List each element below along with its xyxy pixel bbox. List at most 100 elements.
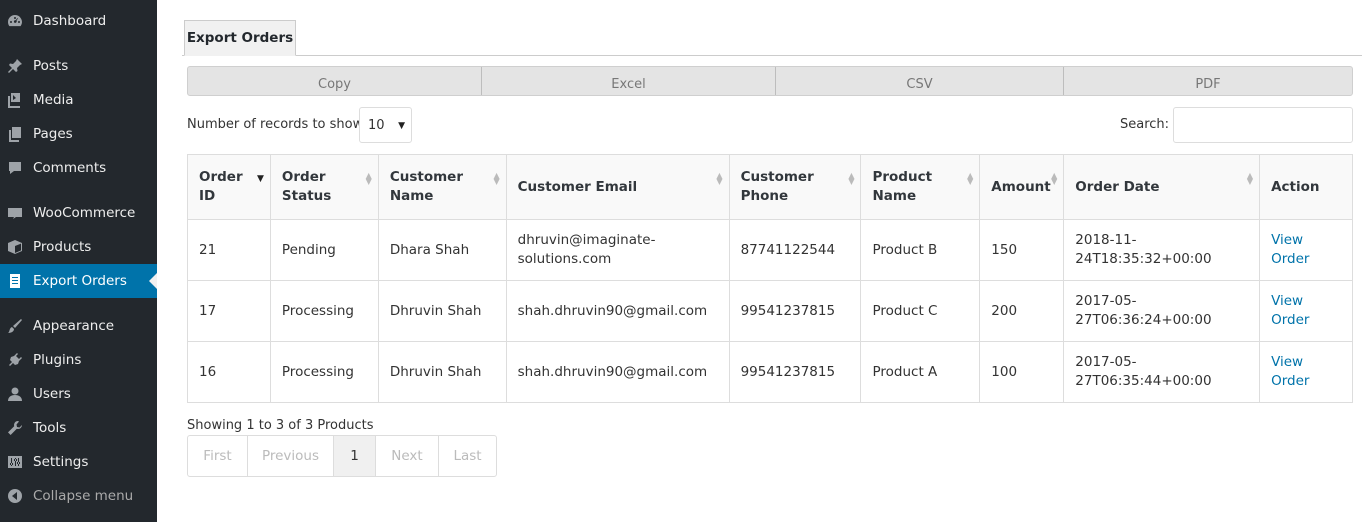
pagination: First Previous 1 Next Last (187, 435, 497, 477)
view-order-link[interactable]: View Order (1271, 354, 1309, 389)
admin-sidebar: Dashboard Posts Media Pages Comments Woo… (0, 0, 157, 522)
chevron-down-icon: ▼ (398, 121, 405, 131)
sidebar-item-label: Users (33, 386, 71, 402)
table-row: 21 Pending Dhara Shah dhruvin@imaginate-… (187, 219, 1353, 281)
cell-order-id: 21 (187, 219, 271, 281)
sidebar-item-tools[interactable]: Tools (0, 411, 157, 445)
pagination-previous[interactable]: Previous (248, 436, 334, 476)
view-order-link[interactable]: View Order (1271, 293, 1309, 328)
cell-order-status: Pending (269, 219, 379, 281)
view-order-link[interactable]: View Order (1271, 232, 1309, 267)
collapse-arrow-icon (7, 488, 23, 504)
wrench-icon (7, 420, 23, 436)
col-header-action: Action (1259, 154, 1353, 220)
sidebar-item-label: Plugins (33, 352, 82, 368)
tab-divider (182, 55, 1362, 56)
cell-order-date: 2017-05- 27T06:35:44+00:00 (1063, 341, 1261, 403)
pages-icon (7, 126, 23, 142)
pagination-first[interactable]: First (188, 436, 248, 476)
table-header-row: Order ID ▼ Order Status ▲ ▼ Customer Name ▲ ▼… (187, 154, 1353, 220)
settings-sliders-icon (7, 454, 23, 470)
export-button-bar: Copy Excel CSV PDF (187, 66, 1353, 96)
media-icon (7, 92, 23, 108)
col-header-customer-phone[interactable]: Customer Phone ▲ ▼ (728, 154, 862, 220)
sidebar-item-label: Collapse menu (33, 488, 134, 504)
sort-icon: ▲ ▼ (1246, 171, 1254, 186)
table-info-text: Showing 1 to 3 of 3 Products (187, 418, 374, 433)
table-row: 17 Processing Dhruvin Shah shah.dhruvin9… (187, 280, 1353, 342)
products-box-icon (7, 239, 23, 255)
pushpin-icon (7, 58, 23, 74)
sidebar-item-media[interactable]: Media (0, 83, 157, 117)
cell-customer-phone: 87741122544 (728, 219, 862, 281)
tab-export-orders[interactable]: Export Orders (184, 20, 296, 56)
col-header-order-date[interactable]: Order Date ▲ ▼ (1063, 154, 1261, 220)
cell-customer-email: dhruvin@imaginate- solutions.com (505, 219, 730, 281)
cell-order-date: 2017-05- 27T06:36:24+00:00 (1063, 280, 1261, 342)
sidebar-item-label: Appearance (33, 318, 115, 334)
users-icon (7, 386, 23, 402)
sidebar-item-plugins[interactable]: Plugins (0, 343, 157, 377)
pagination-page-1[interactable]: 1 (334, 436, 376, 476)
pagination-last[interactable]: Last (439, 436, 496, 476)
sidebar-item-products[interactable]: Products (0, 230, 157, 264)
cell-amount: 200 (979, 280, 1065, 342)
sort-icon: ▲ ▼ (365, 171, 372, 186)
col-header-product-name[interactable]: Product Name ▲ ▼ (860, 154, 981, 220)
main-content: Export Orders Copy Excel CSV PDF Number … (157, 0, 1362, 522)
cell-product-name: Product C (860, 280, 981, 342)
orders-table: Order ID ▼ Order Status ▲ ▼ Customer Name ▲ ▼… (187, 154, 1353, 403)
sort-icon: ▲ ▼ (967, 171, 974, 186)
sort-desc-icon: ▼ (256, 174, 264, 184)
sort-icon: ▲ ▼ (716, 171, 723, 186)
sidebar-item-posts[interactable]: Posts (0, 49, 157, 83)
table-row: 16 Processing Dhruvin Shah shah.dhruvin9… (187, 341, 1353, 403)
records-length-value: 10 (368, 117, 385, 133)
spreadsheet-icon (7, 273, 23, 289)
cell-order-date: 2018-11- 24T18:35:32+00:00 (1063, 219, 1261, 281)
cell-customer-email: shah.dhruvin90@gmail.com (505, 280, 730, 342)
col-header-order-id[interactable]: Order ID ▼ (187, 154, 271, 220)
search-label: Search: (1120, 117, 1170, 132)
sidebar-item-label: Dashboard (33, 13, 107, 29)
sidebar-item-label: Settings (33, 454, 89, 470)
sidebar-item-comments[interactable]: Comments (0, 151, 157, 185)
col-header-amount[interactable]: Amount ▲ ▼ (979, 154, 1065, 220)
pdf-button[interactable]: PDF (1064, 67, 1352, 95)
collapse-menu-button[interactable]: Collapse menu (0, 479, 157, 513)
sidebar-item-appearance[interactable]: Appearance (0, 309, 157, 343)
cell-customer-email: shah.dhruvin90@gmail.com (505, 341, 730, 403)
cell-order-id: 16 (187, 341, 271, 403)
dashboard-icon (7, 13, 23, 29)
sort-icon: ▲ ▼ (1051, 171, 1058, 186)
cell-action: View Order (1259, 280, 1353, 342)
search-input[interactable] (1173, 107, 1353, 143)
sidebar-item-dashboard[interactable]: Dashboard (0, 4, 157, 38)
plugin-icon (7, 352, 23, 368)
cell-customer-name: Dhruvin Shah (377, 280, 507, 342)
col-header-order-status[interactable]: Order Status ▲ ▼ (269, 154, 379, 220)
excel-button[interactable]: Excel (482, 67, 776, 95)
sidebar-item-pages[interactable]: Pages (0, 117, 157, 151)
copy-button[interactable]: Copy (188, 67, 482, 95)
records-length-select[interactable]: 10 ▼ (359, 107, 412, 143)
cell-customer-name: Dhara Shah (377, 219, 507, 281)
sidebar-item-settings[interactable]: Settings (0, 445, 157, 479)
cell-customer-name: Dhruvin Shah (377, 341, 507, 403)
cell-action: View Order (1259, 341, 1353, 403)
sidebar-item-woocommerce[interactable]: WooCommerce (0, 196, 157, 230)
comment-icon (7, 160, 23, 176)
records-length-label: Number of records to show: (187, 117, 367, 132)
sidebar-item-export-orders[interactable]: Export Orders (0, 264, 157, 298)
sidebar-item-label: Tools (33, 420, 67, 436)
sidebar-item-users[interactable]: Users (0, 377, 157, 411)
cell-amount: 100 (979, 341, 1065, 403)
col-header-customer-name[interactable]: Customer Name ▲ ▼ (377, 154, 507, 220)
sidebar-item-label: WooCommerce (33, 205, 136, 221)
csv-button[interactable]: CSV (776, 67, 1064, 95)
cell-customer-phone: 99541237815 (728, 341, 862, 403)
cell-order-id: 17 (187, 280, 271, 342)
col-header-customer-email[interactable]: Customer Email ▲ ▼ (505, 154, 730, 220)
pagination-next[interactable]: Next (376, 436, 439, 476)
cell-customer-phone: 99541237815 (728, 280, 862, 342)
